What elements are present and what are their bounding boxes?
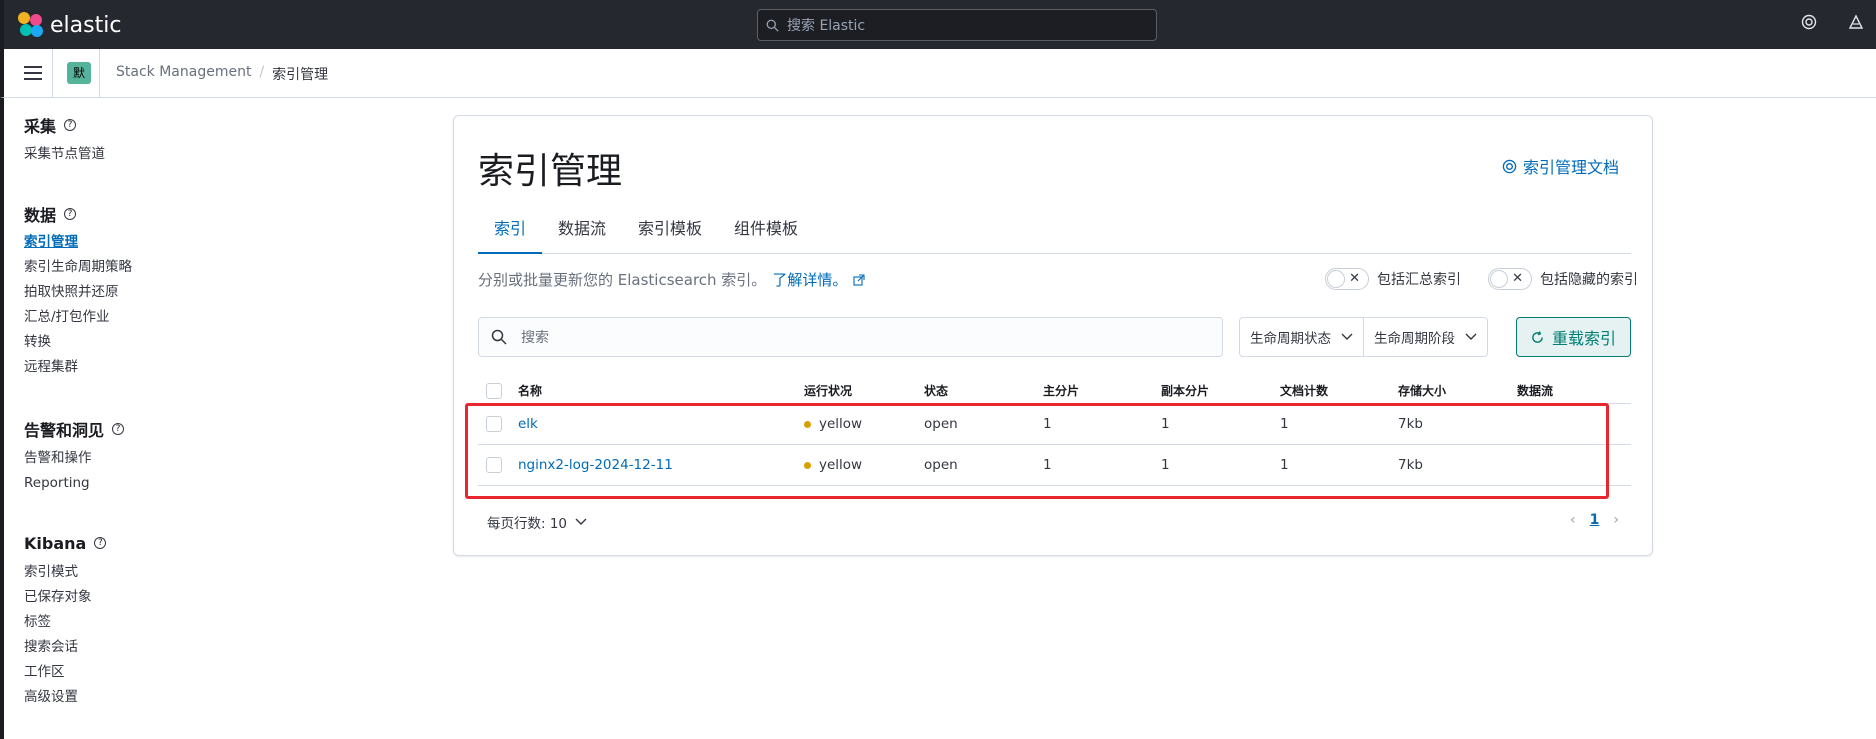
toggle-rollup-label: 包括汇总索引: [1377, 272, 1461, 288]
pagination: ‹ 1 ›: [1570, 512, 1619, 528]
sidebar-item-ilm[interactable]: 索引生命周期策略: [24, 255, 132, 280]
help-icon[interactable]: ?: [112, 423, 125, 435]
sidebar-section-title: 数据: [24, 206, 57, 225]
divider: [52, 49, 53, 97]
menu-icon[interactable]: [24, 66, 42, 80]
search-icon: [491, 329, 507, 345]
sidebar-item-ingest-pipelines[interactable]: 采集节点管道: [24, 142, 105, 167]
elastic-logo[interactable]: elastic: [18, 12, 121, 38]
sidebar-section-alerts: 告警和洞见? 告警和操作 Reporting: [24, 418, 125, 496]
toggle-include-rollup[interactable]: ✕ 包括汇总索引: [1325, 268, 1461, 290]
elastic-logo-icon: [18, 12, 44, 38]
sidebar-section-title: 告警和洞见: [24, 421, 105, 440]
docs-link[interactable]: 索引管理文档: [1502, 154, 1619, 178]
sidebar-item-transforms[interactable]: 转换: [24, 330, 132, 355]
breadcrumb-separator: /: [259, 64, 265, 80]
lifecycle-filters: 生命周期状态 生命周期阶段: [1239, 317, 1488, 357]
sidebar-section-data: 数据? 索引管理 索引生命周期策略 拍取快照并还原 汇总/打包作业 转换 远程集…: [24, 203, 132, 380]
sidebar-item-remote-clusters[interactable]: 远程集群: [24, 355, 132, 380]
tab-indices[interactable]: 索引: [478, 212, 543, 254]
learn-more-link[interactable]: 了解详情。: [772, 269, 847, 290]
sidebar-section-kibana: Kibana? 索引模式 已保存对象 标签 搜索会话 工作区 高级设置: [24, 532, 107, 710]
description: 分别或批量更新您的 Elasticsearch 索引。 了解详情。: [478, 269, 865, 290]
description-text: 分别或批量更新您的 Elasticsearch 索引。: [478, 271, 767, 289]
chevron-down-icon: [575, 518, 587, 525]
cross-icon: ✕: [1349, 271, 1360, 286]
help-ring-icon: [1502, 159, 1517, 173]
page-number[interactable]: 1: [1590, 512, 1600, 528]
breadcrumb-bar: 默 Stack Management / 索引管理: [0, 49, 1876, 98]
sidebar-section-title: Kibana: [24, 533, 87, 553]
sidebar-item-index-patterns[interactable]: 索引模式: [24, 560, 106, 585]
rollup-switch[interactable]: ✕: [1325, 268, 1369, 290]
sidebar-item-reporting[interactable]: Reporting: [24, 471, 124, 496]
reload-indices-label: 重载索引: [1551, 329, 1616, 348]
sidebar-item-index-management[interactable]: 索引管理: [24, 230, 132, 255]
sidebar-item-advanced-settings[interactable]: 高级设置: [24, 685, 106, 710]
next-page-icon[interactable]: ›: [1613, 512, 1619, 528]
column-header-docs[interactable]: 文档计数: [1280, 382, 1328, 399]
help-icon[interactable]: ?: [94, 537, 107, 549]
brand-name: elastic: [50, 12, 122, 38]
top-header: elastic 搜索 Elastic: [0, 0, 1876, 49]
global-search-input[interactable]: 搜索 Elastic: [757, 9, 1157, 41]
lifecycle-phase-filter[interactable]: 生命周期阶段: [1363, 318, 1487, 356]
sidebar-section-title: 采集: [24, 117, 57, 136]
rows-per-page-label: 每页行数: 10: [487, 516, 568, 532]
sidebar-item-rollup[interactable]: 汇总/打包作业: [24, 305, 132, 330]
sidebar-section-ingest: 采集? 采集节点管道: [24, 114, 105, 167]
lifecycle-status-filter[interactable]: 生命周期状态: [1240, 318, 1363, 356]
chevron-down-icon: [1341, 333, 1353, 340]
space-avatar[interactable]: 默: [67, 62, 91, 84]
docs-link-label: 索引管理文档: [1522, 158, 1619, 177]
search-icon: [766, 19, 779, 32]
toggle-hidden-label: 包括隐藏的索引: [1540, 272, 1638, 288]
tab-component-templates[interactable]: 组件模板: [718, 212, 814, 254]
column-header-size[interactable]: 存储大小: [1398, 382, 1446, 399]
sidebar-item-search-sessions[interactable]: 搜索会话: [24, 635, 106, 660]
column-header-name[interactable]: 名称: [518, 382, 542, 399]
hidden-switch[interactable]: ✕: [1488, 268, 1532, 290]
refresh-icon: [1532, 330, 1543, 343]
help-icon[interactable]: ?: [64, 119, 77, 131]
breadcrumb-stack-management[interactable]: Stack Management: [116, 64, 251, 84]
column-header-health[interactable]: 运行状况: [804, 382, 852, 399]
tab-data-streams[interactable]: 数据流: [542, 212, 622, 254]
lifecycle-status-label: 生命周期状态: [1250, 331, 1331, 347]
index-search-placeholder: 搜索: [521, 330, 549, 346]
cross-icon: ✕: [1512, 271, 1523, 286]
toggle-include-hidden[interactable]: ✕ 包括隐藏的索引: [1488, 268, 1638, 290]
breadcrumb: Stack Management / 索引管理: [116, 64, 328, 84]
lifecycle-phase-label: 生命周期阶段: [1374, 331, 1455, 347]
tab-bar: 索引 数据流 索引模板 组件模板: [478, 212, 1631, 254]
sidebar-item-snapshot[interactable]: 拍取快照并还原: [24, 280, 132, 305]
rows-per-page-selector[interactable]: 每页行数: 10: [487, 512, 587, 532]
divider: [99, 49, 100, 97]
help-ring-icon[interactable]: [1799, 14, 1819, 34]
page-title: 索引管理: [478, 151, 623, 192]
sidebar-item-saved-objects[interactable]: 已保存对象: [24, 585, 106, 610]
column-header-data-stream[interactable]: 数据流: [1517, 382, 1553, 399]
select-all-checkbox[interactable]: [486, 382, 502, 399]
prev-page-icon[interactable]: ‹: [1570, 512, 1576, 528]
column-header-primary[interactable]: 主分片: [1043, 382, 1079, 399]
sidebar-item-tags[interactable]: 标签: [24, 610, 106, 635]
sidebar-item-workspaces[interactable]: 工作区: [24, 660, 106, 685]
newsfeed-icon[interactable]: [1846, 14, 1866, 34]
sidebar-item-rules[interactable]: 告警和操作: [24, 446, 124, 471]
breadcrumb-current: 索引管理: [272, 67, 329, 83]
external-link-icon: [853, 273, 865, 286]
tab-index-templates[interactable]: 索引模板: [622, 212, 718, 254]
chevron-down-icon: [1465, 333, 1477, 340]
reload-indices-button[interactable]: 重载索引: [1516, 317, 1631, 357]
highlight-box: [465, 403, 1609, 499]
column-header-replica[interactable]: 副本分片: [1161, 382, 1209, 399]
sidebar: 采集? 采集节点管道 数据? 索引管理 索引生命周期策略 拍取快照并还原 汇总/…: [0, 98, 200, 739]
help-icon[interactable]: ?: [64, 208, 77, 220]
index-search-input[interactable]: 搜索: [478, 317, 1223, 357]
global-search-placeholder: 搜索 Elastic: [787, 18, 866, 34]
table-header: 名称 运行状况 状态 主分片 副本分片 文档计数 存储大小 数据流: [478, 378, 1631, 404]
column-header-status[interactable]: 状态: [924, 382, 948, 399]
